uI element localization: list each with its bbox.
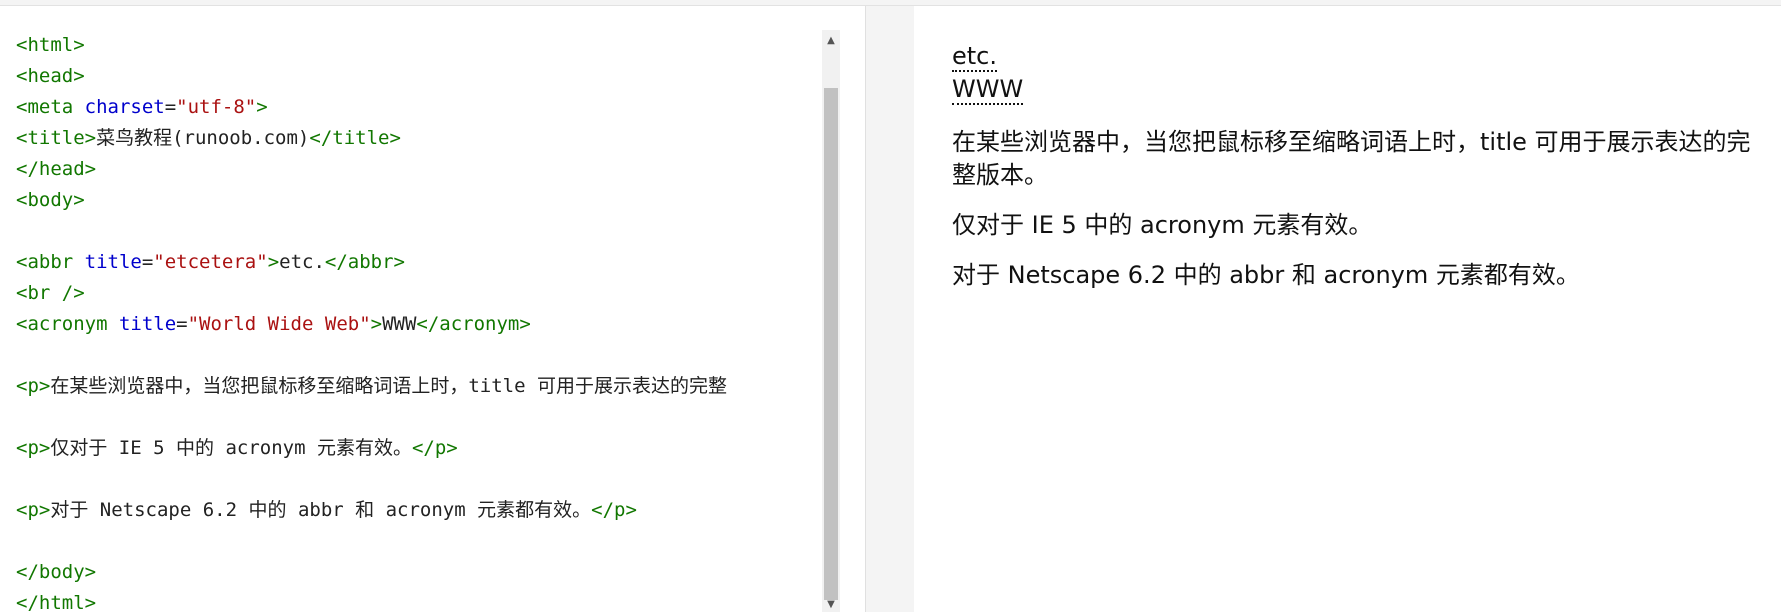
code-token-txt: = — [141, 251, 154, 273]
code-token-tag: > — [256, 96, 268, 118]
code-token-attr: title — [118, 313, 177, 335]
code-token-attr: charset — [84, 96, 165, 118]
scroll-down-arrow-icon[interactable]: ▼ — [822, 598, 840, 612]
code-line[interactable]: <acronym title="World Wide Web">WWW</acr… — [16, 309, 824, 340]
preview-content: etc. WWW 在某些浏览器中，当您把鼠标移至缩略词语上时，title 可用于… — [952, 40, 1767, 292]
code-token-txt: acronym — [214, 437, 317, 459]
code-token-cjk: 可用于展示表达的完整 — [536, 375, 727, 397]
code-token-txt: etc. — [279, 251, 325, 273]
code-token-cjk: 元素有效。 — [316, 437, 412, 459]
code-line[interactable]: <html> — [16, 30, 824, 61]
code-token-txt: title — [468, 375, 537, 397]
code-token-tag: <meta — [16, 96, 85, 118]
code-token-txt: abbr — [286, 499, 356, 521]
code-token-tag: <title> — [16, 127, 97, 149]
editor-scrollbar[interactable]: ▲ ▼ — [822, 30, 840, 612]
code-line[interactable]: <body> — [16, 185, 824, 216]
code-token-cjk: 仅对于 — [50, 437, 108, 459]
code-line[interactable]: ​ — [16, 340, 824, 371]
code-token-txt: WWW — [382, 313, 417, 335]
code-line[interactable]: <p>对于 Netscape 6.2 中的 abbr 和 acronym 元素都… — [16, 495, 824, 526]
code-line[interactable]: ​ — [16, 526, 824, 557]
code-token-tag: <p> — [16, 375, 51, 397]
code-token-tag: <html> — [16, 34, 85, 56]
scrollbar-thumb[interactable] — [824, 88, 838, 600]
code-line[interactable]: <p>在某些浏览器中，当您把鼠标移至缩略词语上时，title 可用于展示表达的完… — [16, 371, 824, 402]
code-token-str: "etcetera" — [153, 251, 268, 273]
code-token-cjk: 元素都有效。 — [477, 499, 592, 521]
result-preview-pane: etc. WWW 在某些浏览器中，当您把鼠标移至缩略词语上时，title 可用于… — [914, 6, 1781, 612]
code-token-tag: </head> — [16, 158, 97, 180]
scroll-up-arrow-icon[interactable]: ▲ — [822, 30, 840, 52]
code-token-tag: </title> — [309, 127, 401, 149]
code-line[interactable]: <head> — [16, 61, 824, 92]
code-line[interactable]: </body> — [16, 557, 824, 588]
preview-paragraph-3: 对于 Netscape 6.2 中的 abbr 和 acronym 元素都有效。 — [952, 261, 1580, 289]
pane-divider[interactable] — [866, 6, 914, 612]
code-token-tag: <p> — [16, 499, 51, 521]
code-token-txt: (runoob.com) — [172, 127, 310, 149]
code-token-tag: </html> — [16, 592, 97, 612]
code-token-cjk: 和 — [355, 499, 375, 521]
code-token-tag: </body> — [16, 561, 97, 583]
code-token-tag: </acronym> — [416, 313, 531, 335]
code-line[interactable]: </head> — [16, 154, 824, 185]
code-line[interactable]: <p>仅对于 IE 5 中的 acronym 元素有效。</p> — [16, 433, 824, 464]
code-token-tag: > — [370, 313, 383, 335]
code-line[interactable]: ​ — [16, 402, 824, 433]
code-token-tag: <br /> — [16, 282, 85, 304]
code-token-tag: <head> — [16, 65, 85, 87]
code-line[interactable]: <title>菜鸟教程(runoob.com)</title> — [16, 123, 824, 154]
code-token-txt: IE 5 — [107, 437, 176, 459]
code-token-str: "utf-8" — [176, 96, 257, 118]
code-token-tag: <p> — [16, 437, 51, 459]
code-token-tag: > — [267, 251, 280, 273]
code-token-tag: </p> — [591, 499, 637, 521]
code-token-cjk: 中的 — [175, 437, 214, 459]
code-token-cjk: 菜鸟教程 — [96, 127, 173, 149]
code-line[interactable]: </html> — [16, 588, 824, 612]
preview-paragraph-1: 在某些浏览器中，当您把鼠标移至缩略词语上时，title 可用于展示表达的完整版本… — [952, 128, 1751, 189]
code-token-attr: title — [84, 251, 142, 273]
preview-paragraph-2: 仅对于 IE 5 中的 acronym 元素有效。 — [952, 211, 1373, 239]
code-line[interactable]: <meta charset="utf-8"> — [16, 92, 824, 123]
code-token-txt: = — [164, 96, 177, 118]
code-line[interactable]: ​ — [16, 464, 824, 495]
code-token-tag: </p> — [411, 437, 458, 459]
abbr-etc: etc. — [952, 42, 997, 72]
code-token-str: "World Wide Web" — [187, 313, 371, 335]
code-token-tag: </abbr> — [324, 251, 405, 273]
code-token-txt: = — [176, 313, 188, 335]
code-editor[interactable]: <html> <head> <meta charset="utf-8"> <title… — [16, 30, 824, 612]
code-line[interactable]: <abbr title="etcetera">etc.</abbr> — [16, 247, 824, 278]
code-token-cjk: 对于 — [50, 499, 89, 521]
code-token-tag: <body> — [16, 189, 85, 211]
code-token-txt: Netscape 6.2 — [88, 499, 249, 521]
code-line[interactable]: <br /> — [16, 278, 824, 309]
code-token-cjk: 在某些浏览器中，当您把鼠标移至缩略词语上时， — [50, 375, 469, 397]
code-token-tag: <abbr — [16, 251, 85, 273]
code-editor-pane[interactable]: <html> <head> <meta charset="utf-8"> <title… — [0, 6, 866, 612]
code-token-txt: acronym — [374, 499, 478, 521]
acronym-www: WWW — [952, 75, 1024, 105]
code-token-cjk: 中的 — [248, 499, 287, 521]
code-line[interactable]: ​ — [16, 216, 824, 247]
code-token-tag: <acronym — [16, 313, 119, 335]
